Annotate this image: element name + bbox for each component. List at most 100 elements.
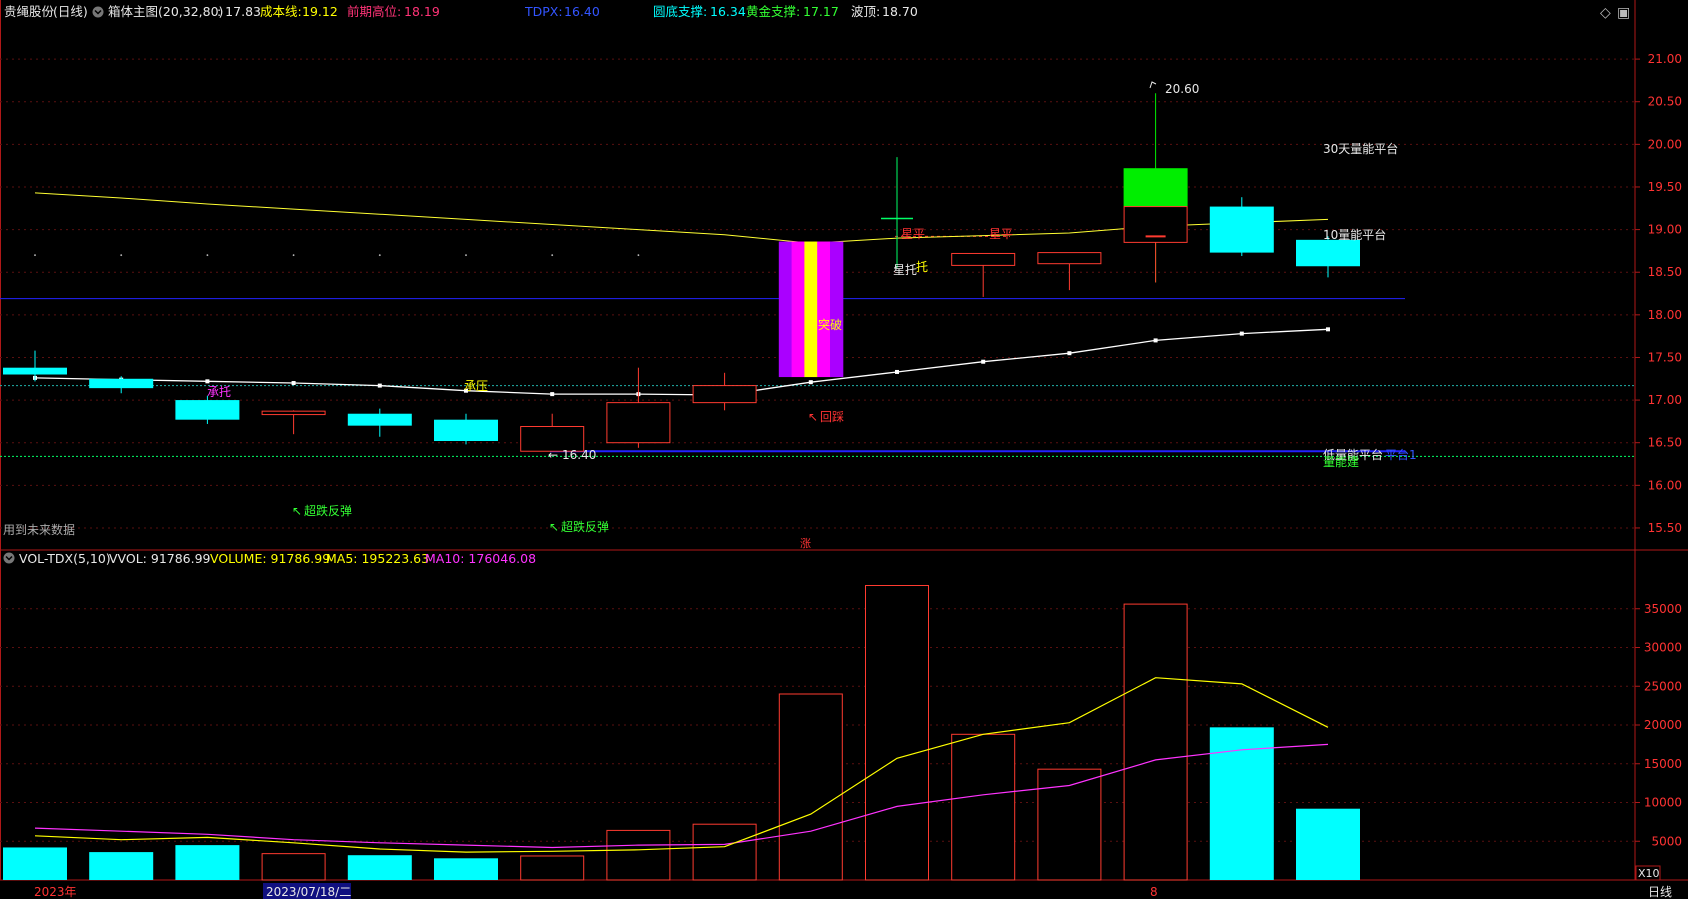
period-button[interactable]: 日线 [1648,885,1672,899]
price-tick-label: 16.50 [1648,436,1682,450]
volume-tick-label: 10000 [1644,796,1682,810]
volume-header: VOL-TDX(5,10) VVOL: 91786.99 VOLUME: 917… [3,551,536,566]
volume-bar [778,693,843,881]
ma5-value: MA5: 195223.63 [326,551,429,566]
indicator-name[interactable]: 箱体主图(20,32,80) [108,4,223,19]
volume-bar [865,585,929,881]
volume-bar [89,852,154,880]
pane-toggle-icon[interactable]: ▣ [1617,5,1630,21]
low-price-label: 16.40 [562,448,596,462]
pressure-label: 承压 [464,379,488,393]
candle-body [1123,168,1188,207]
candle-body [951,252,1016,266]
candle-body [3,367,67,375]
wave-top-dot [34,254,36,257]
candle-body [175,400,240,420]
star-flat-label-1: 星平 [901,227,925,241]
breakout-candle-band [791,241,805,378]
chevron-down-icon[interactable] [92,6,104,18]
volume-tick-label: 15000 [1644,757,1682,771]
breakout-label: 突破 [818,317,842,332]
gold-support-label: 黄金支撑: [746,4,800,19]
chevron-down-icon[interactable] [3,552,15,564]
stock-chart: 21.00 20.50 20.00 19.50 19.00 18.50 18.00 17.50… [0,0,1688,899]
volume-bar [434,858,498,880]
wave-top-dot [551,254,554,257]
price-ma-point [808,380,813,385]
date-label[interactable]: 2023/07/18/二 [266,885,351,899]
vvol-value: VVOL: 91786.99 [109,551,211,566]
volume-bar [606,829,671,881]
unit-label: X10 [1638,867,1660,880]
price-tick-label: 21.00 [1648,52,1682,66]
future-data-note: 用到未来数据 [3,522,75,537]
candle-body [1296,239,1360,267]
price-ma-point [550,392,555,397]
ma10-value: MA10: 176046.08 [425,551,536,566]
volume-bar [3,847,67,880]
volume-tick-label: 25000 [1644,679,1682,693]
volume-bar [1123,603,1188,881]
stock-name[interactable]: 贵绳股份 [4,4,55,19]
prev-high-label: 前期高位: [347,4,401,19]
breakout-candle-band [817,241,831,378]
price-tick-label: 16.00 [1648,478,1682,492]
prev-high-value: 18.19 [404,4,440,19]
star-trust-label: 星托 [893,263,917,277]
volume-bar [347,855,412,880]
tdpx-label: TDPX: [524,4,563,19]
high-price-label: 20.60 [1165,82,1199,96]
price-tick-label: 15.50 [1648,521,1682,535]
price-ma-point [205,379,210,384]
pullback-label: 回踩 [820,410,844,424]
platform-blue-label: 平台1 [1385,447,1417,462]
candle-body [434,419,498,441]
support-trust-label: 承托 [207,385,231,399]
price-ma-point [895,369,899,374]
breakout-candle-band [778,241,793,378]
volume-bar [520,855,585,881]
period-label: (日线) [53,4,88,19]
price-tick-label: 17.50 [1648,350,1682,364]
volume-bar [1296,808,1360,880]
price-tick-label: 20.50 [1648,95,1682,109]
price-tick-label: 18.00 [1648,308,1682,322]
tdpx-value: 16.40 [564,4,600,19]
volume-value: VOLUME: 91786.99 [210,551,330,566]
round-support-value: 16.34 [710,4,746,19]
pullback-arrow-icon: ↖ [808,410,818,424]
candle-body [89,378,154,389]
platform-30-label: 30天量能平台 [1323,141,1398,156]
year-label: 2023年 [34,885,77,899]
diamond-icon[interactable]: ◇ [1600,5,1611,21]
price-tick-label: 19.50 [1648,180,1682,194]
month-marker: 8 [1150,885,1158,899]
candle-body [347,413,412,426]
rebound-label-2: 超跌反弹 [561,519,609,534]
platform-10-label: 10量能平台 [1323,227,1386,242]
breakout-candle-band [830,241,844,378]
round-support-label: 圆底支撑: [653,4,707,19]
candle-body [692,385,757,404]
price-tick-label: 17.00 [1648,393,1682,407]
price-ma-point [1239,331,1244,336]
candle [778,241,844,378]
volume-bar [951,733,1016,881]
star-trust-label-2: 托 [916,260,928,274]
wave-top-dot [120,254,123,257]
price-ma-point [1067,351,1072,356]
volume-bar [175,845,240,880]
candle-body [1037,252,1102,265]
candle-body [606,402,671,444]
rebound-arrow-icon-1: ↖ [292,504,302,518]
low-arrow-icon: ← [548,448,558,462]
rebound-arrow-icon-2: ↖ [549,520,559,534]
cost-value: 19.12 [302,4,338,19]
cost-label: 成本线: [260,4,302,19]
vol-indicator-name[interactable]: VOL-TDX(5,10) [19,551,111,566]
volume-bar [692,823,757,881]
candle-body [1209,206,1274,253]
price-tick-label: 18.50 [1648,265,1682,279]
wave-top-dot [292,254,295,257]
price-ma-point [377,383,382,388]
